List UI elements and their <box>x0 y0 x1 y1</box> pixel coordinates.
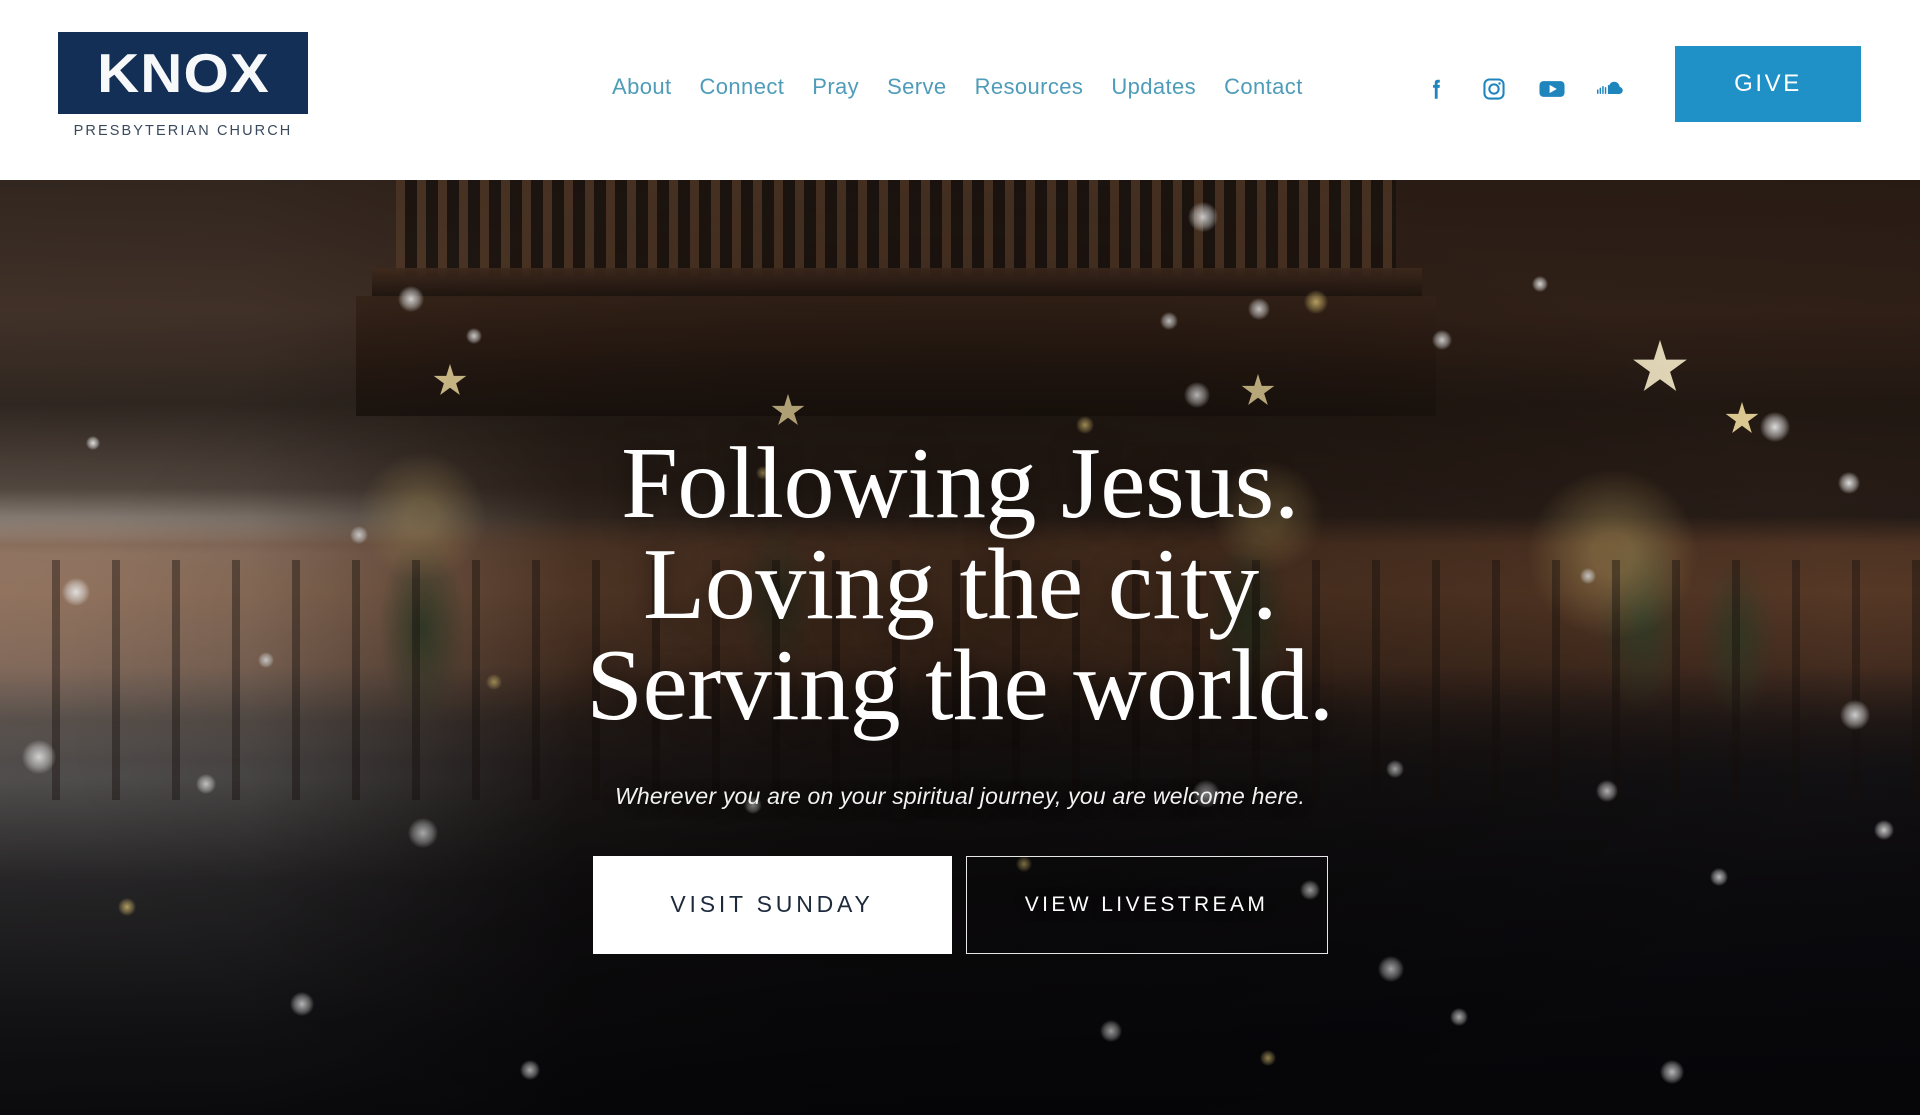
main-navigation: About Connect Pray Serve Resources Updat… <box>612 74 1303 100</box>
site-header: KNOX PRESBYTERIAN CHURCH About Connect P… <box>0 0 1920 180</box>
soundcloud-icon[interactable] <box>1597 76 1623 102</box>
nav-item-about[interactable]: About <box>612 74 672 100</box>
social-links <box>1423 76 1623 102</box>
nav-item-pray[interactable]: Pray <box>812 74 859 100</box>
facebook-icon[interactable] <box>1423 76 1449 102</box>
give-button[interactable]: GIVE <box>1675 46 1861 122</box>
nav-item-resources[interactable]: Resources <box>975 74 1084 100</box>
hero-headline-line-1: Following Jesus. <box>621 427 1299 540</box>
site-logo[interactable]: KNOX PRESBYTERIAN CHURCH <box>58 32 308 139</box>
visit-sunday-button[interactable]: VISIT SUNDAY <box>592 855 952 954</box>
nav-item-contact[interactable]: Contact <box>1224 74 1303 100</box>
nav-item-serve[interactable]: Serve <box>887 74 946 100</box>
give-button-label: GIVE <box>1734 70 1802 97</box>
hero-headline-line-2: Loving the city. <box>642 527 1278 641</box>
logo-subtitle: PRESBYTERIAN CHURCH <box>73 123 293 139</box>
hero-section: Following Jesus. Loving the city. Servin… <box>0 180 1920 1115</box>
logo-wordmark: KNOX <box>96 41 270 104</box>
hero-cta-row: VISIT SUNDAY VIEW LIVESTREAM <box>592 855 1328 954</box>
instagram-icon[interactable] <box>1481 76 1507 102</box>
youtube-icon[interactable] <box>1539 76 1565 102</box>
nav-item-connect[interactable]: Connect <box>700 74 785 100</box>
logo-box: KNOX <box>58 32 308 114</box>
nav-item-updates[interactable]: Updates <box>1111 74 1196 100</box>
hero-headline-line-3: Serving the world. <box>586 628 1334 742</box>
hero-headline: Following Jesus. Loving the city. Servin… <box>586 427 1334 742</box>
hero-content: Following Jesus. Loving the city. Servin… <box>0 180 1920 1115</box>
hero-subheadline: Wherever you are on your spiritual journ… <box>614 782 1306 809</box>
view-livestream-button[interactable]: VIEW LIVESTREAM <box>965 855 1328 954</box>
